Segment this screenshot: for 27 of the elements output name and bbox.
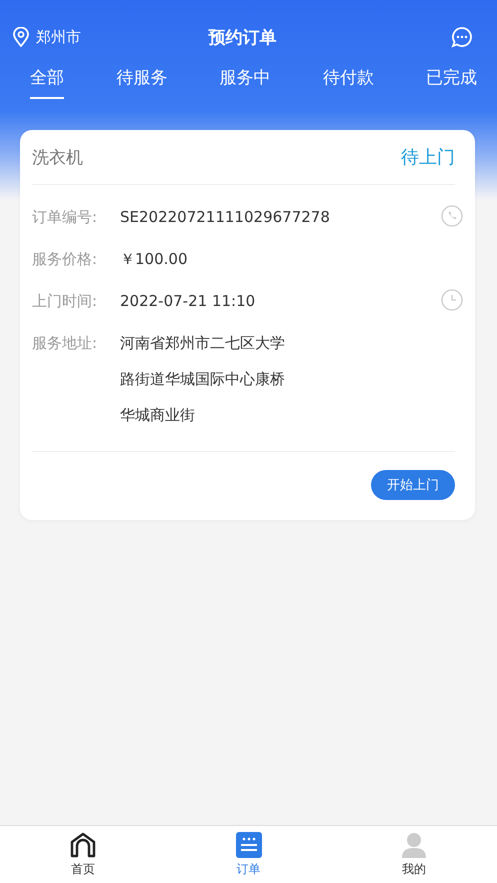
nav-item[interactable]: 订单 xyxy=(166,826,332,883)
city-label[interactable]: 郑州市 xyxy=(36,28,81,46)
field-value: 河南省郑州市二七区大学路街道华城国际中心康桥华城商业街 xyxy=(120,333,286,426)
tab[interactable]: 待付款 xyxy=(322,60,374,99)
service-name: 洗衣机 xyxy=(32,146,83,168)
nav-item[interactable]: 首页 xyxy=(0,826,166,883)
field-label: 上门时间: xyxy=(32,291,98,312)
field-label: 服务价格: xyxy=(32,249,98,270)
list-icon xyxy=(236,832,262,858)
field-value: SE20220721111029677278 xyxy=(120,207,330,228)
field-value: 2022-07-21 11:10 xyxy=(120,291,256,312)
user-icon xyxy=(401,832,428,858)
tab[interactable]: 待服务 xyxy=(116,60,168,99)
page-title: 预约订单 xyxy=(208,26,276,48)
tab[interactable]: 服务中 xyxy=(220,60,270,99)
order-status: 待上门 xyxy=(401,146,455,169)
nav-item[interactable]: 我的 xyxy=(331,826,497,883)
start-visit-button[interactable]: 开始上门 xyxy=(371,470,455,500)
field-label: 订单编号: xyxy=(32,207,98,228)
clock-icon xyxy=(441,289,463,311)
field-label: 服务地址: xyxy=(32,333,98,354)
field-value: ￥100.00 xyxy=(120,249,188,270)
location-pin-icon xyxy=(12,27,30,47)
home-icon xyxy=(68,832,97,858)
tab[interactable]: 全部 xyxy=(30,60,64,99)
tab[interactable]: 已完成 xyxy=(426,60,477,99)
chat-icon[interactable] xyxy=(451,26,473,48)
